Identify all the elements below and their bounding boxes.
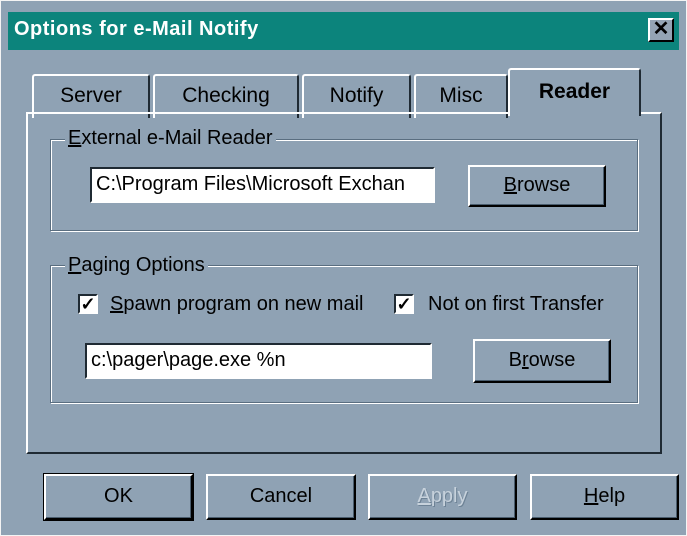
close-icon: ✕: [652, 18, 670, 40]
not-on-first-transfer-label[interactable]: Not on first Transfer: [428, 293, 604, 315]
ok-button[interactable]: OK: [43, 473, 194, 521]
cancel-button[interactable]: Cancel: [206, 474, 356, 520]
window-title: Options for e-Mail Notify: [14, 18, 259, 40]
paging-options-group-label: Paging Options: [65, 254, 208, 276]
pager-command-field[interactable]: c:\pager\page.exe %n: [85, 343, 432, 379]
reader-browse-button[interactable]: Browse: [468, 165, 606, 207]
not-on-first-transfer-checkbox[interactable]: ✓: [394, 294, 414, 314]
checkmark-icon: ✓: [396, 294, 412, 314]
pager-browse-button[interactable]: Browse: [473, 339, 611, 383]
title-bar: Options for e-Mail Notify ✕: [8, 12, 679, 50]
tab-reader[interactable]: Reader: [508, 68, 641, 116]
reader-path-field[interactable]: C:\Program Files\Microsoft Exchan: [90, 167, 435, 203]
checkmark-icon: ✓: [80, 294, 96, 314]
help-button[interactable]: Help: [530, 474, 679, 520]
options-dialog: Options for e-Mail Notify ✕ Server Check…: [0, 0, 687, 536]
external-reader-group-label: External e-Mail Reader: [65, 127, 276, 149]
apply-button[interactable]: Apply: [368, 474, 517, 520]
close-button[interactable]: ✕: [648, 18, 674, 42]
spawn-program-label[interactable]: Spawn program on new mail: [110, 293, 363, 315]
spawn-program-checkbox[interactable]: ✓: [78, 294, 98, 314]
